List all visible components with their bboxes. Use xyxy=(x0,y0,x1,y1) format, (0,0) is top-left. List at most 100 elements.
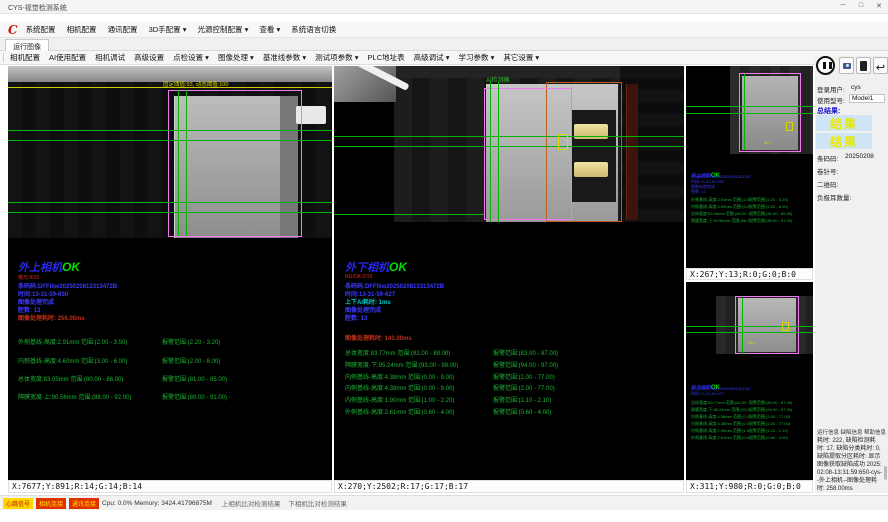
tool-other-settings[interactable]: 其它设置 ▾ xyxy=(503,52,539,63)
left-measure-4: 隔膜宽度-上:90.56mm 范围:(88.00 - 92.00) xyxy=(18,392,131,401)
close-icon[interactable]: ✕ xyxy=(873,2,885,10)
left-alarm-2: 报警范围:(2.00 - 8.00) xyxy=(162,356,220,365)
sbot-mini-alarm-5: 报警范围:(1.10 - 2.10) xyxy=(749,428,807,434)
middle-camera-view[interactable]: AI检测框 外下相机OK NG/OK:0/10 条码码:DFFIiiw20250… xyxy=(334,66,684,480)
small-top-image[interactable]: 83.7 xyxy=(686,66,813,154)
toolbar: 相机配置 AI使用配置 相机调试 高级设置 点检设置 ▾ 图像处理 ▾ 基准线参… xyxy=(0,51,888,65)
left-camera-view[interactable]: 固定阈值:93, 动态阈值:100 外上相机OK 曝光:8/10 条码码:DFF… xyxy=(8,66,332,480)
barcode-value: 20250208 xyxy=(845,153,874,160)
right-control-panel: ↩ 登录用户: cys 使用型号: Model1 总结果: 结果 结果 条码码:… xyxy=(815,56,888,493)
camera-lens-icon xyxy=(846,64,849,67)
mid-dark-red-band xyxy=(626,84,638,220)
pause-icon xyxy=(823,62,832,69)
small-top-camera-view[interactable]: 83.7 外上相机OK 条码码:DFFIiiw2025020813313472B… xyxy=(686,66,813,268)
tab-strip: 运行图像 xyxy=(0,38,888,51)
comm-status-badge: 通讯连接 xyxy=(69,498,99,509)
camera-button[interactable] xyxy=(839,57,854,74)
mid-measure-5: 内侧基线-高度:1.90mm 范围:(1.00 - 2.20) xyxy=(345,395,454,404)
app-window: CYS-视觉检测系统 ─ □ ✕ C 系统配置 相机配置 通讯配置 3D手配置 … xyxy=(0,0,888,522)
mid-alarm-4: 报警范围:(2.00 - 77.00) xyxy=(493,383,555,392)
mid-green-line-2 xyxy=(334,146,684,147)
stop-green-line-1 xyxy=(686,106,813,107)
sbot-mini-meas-2: 隔膜宽度-下:95.24mm 范围:(93.00 - 98.00) xyxy=(691,407,749,413)
menu-comm-config[interactable]: 通讯配置 xyxy=(108,24,138,35)
middle-coordinate-bar: X:270;Y:2502;R:17;G:17;B:17 xyxy=(334,480,684,493)
mid-green-vline-2 xyxy=(498,82,499,222)
tab-run-image[interactable]: 运行图像 xyxy=(5,39,49,51)
menu-language-switch[interactable]: 系统语言切换 xyxy=(291,24,336,35)
tool-camera-debug[interactable]: 相机调试 xyxy=(95,52,125,63)
left-coordinate-bar: X:7677;Y:891;R:14;G:14;B:14 xyxy=(8,480,332,493)
title-bar: CYS-视觉检测系统 ─ □ ✕ xyxy=(0,0,888,14)
result-box-top: 结果 xyxy=(816,115,872,131)
tool-advanced-debug[interactable]: 高级调试 ▾ xyxy=(414,52,450,63)
sbot-mini-alarm-4: 报警范围:(2.00 - 77.00) xyxy=(749,421,807,427)
mid-green-vline-1 xyxy=(490,82,491,222)
mid-measure-4: 内侧基线-高度:4.38mm 范围:(0.00 - 9.00) xyxy=(345,383,454,392)
device-button[interactable] xyxy=(856,57,871,74)
sbot-mini-alarm-6: 报警范围:(0.60 - 4.00) xyxy=(749,435,807,441)
tool-plc-table[interactable]: PLC地址表 xyxy=(368,52,405,63)
left-green-vline-2 xyxy=(186,90,187,236)
stop-green-vline xyxy=(744,74,745,150)
small-bottom-image[interactable]: 95.2 xyxy=(686,282,813,358)
sbot-green-line-2 xyxy=(686,332,813,333)
tool-image-process[interactable]: 图像处理 ▾ xyxy=(218,52,254,63)
menu-system-config[interactable]: 系统配置 xyxy=(26,24,56,35)
model-value-input[interactable]: Model1 xyxy=(849,94,885,103)
login-user-value: cys xyxy=(851,84,861,91)
left-threshold-label: 固定阈值:93, 动态阈值:100 xyxy=(163,80,228,88)
mid-alarm-6: 报警范围:(0.60 - 4.00) xyxy=(493,407,551,416)
stop-mini-alarm-3: 报警范围:(81.00 - 85.00) xyxy=(749,211,807,217)
cpu-memory-text: Cpu: 0.0% Memory: 3424.41796875M xyxy=(102,500,212,507)
tool-ai-config[interactable]: AI使用配置 xyxy=(49,52,86,63)
tab-count-label: 负极耳数量: xyxy=(817,192,851,202)
model-label: 使用型号: xyxy=(817,95,845,105)
tool-learn-params[interactable]: 学习参数 ▾ xyxy=(458,52,494,63)
device-icon xyxy=(860,61,867,71)
mid-measure-6: 外侧基线-高度:2.61mm 范围:(0.60 - 4.00) xyxy=(345,407,454,416)
stop-mini-alarm-4: 报警范围:(89.00 - 91.00) xyxy=(749,218,807,224)
sbot-mini-meas-6: 外侧基线-高度:2.61mm 范围:(0.60 - 4.00) xyxy=(691,435,749,441)
small-top-coordinate-bar: X:267;Y:13;R:0;G:0;B:0 xyxy=(686,268,813,280)
maximize-icon[interactable]: □ xyxy=(855,2,867,10)
left-measure-1: 外侧基线-高度:2.91mm 范围:(2.00 - 3.50) xyxy=(18,337,127,346)
info-tabs[interactable]: 运行信息 缺陷信息 帮助信息 xyxy=(817,428,886,436)
menu-view[interactable]: 查看 ▾ xyxy=(259,24,280,35)
stop-mini-cavity: 腔数: 13 xyxy=(691,189,751,195)
mid-measure-3: 内侧基线-高度:4.38mm 范围:(0.00 - 9.00) xyxy=(345,372,454,381)
tool-spot-check[interactable]: 点检设置 ▾ xyxy=(173,52,209,63)
left-green-line-1 xyxy=(8,130,332,131)
minimize-icon[interactable]: ─ xyxy=(837,2,849,10)
left-green-vline-1 xyxy=(178,90,179,236)
sbot-green-line-1 xyxy=(686,326,813,327)
barcode-label: 条码码: xyxy=(817,153,838,163)
pause-button[interactable] xyxy=(816,56,835,75)
mid-corner-block xyxy=(334,66,396,102)
left-alarm-4: 报警范围:(89.00 - 91.00) xyxy=(162,392,227,401)
menu-light-config[interactable]: 光源控制配置 ▾ xyxy=(198,24,249,35)
sbot-yellow-marker xyxy=(782,322,789,331)
tool-advanced-settings[interactable]: 高级设置 xyxy=(134,52,164,63)
info-scrollbar[interactable] xyxy=(884,466,887,480)
mid-green-line-1 xyxy=(334,136,684,137)
return-button[interactable]: ↩ xyxy=(873,57,888,74)
left-elapsed-text: 图像处理耗时: 256.05ms xyxy=(18,313,85,322)
window-title: CYS-视觉检测系统 xyxy=(8,3,67,13)
status-bar: 心跳信号 相机连接 通讯连接 Cpu: 0.0% Memory: 3424.41… xyxy=(0,495,888,510)
result-box-top-text: 结果 xyxy=(830,117,858,131)
tool-test-params[interactable]: 测试项参数 ▾ xyxy=(315,52,358,63)
result-box-bottom: 结果 xyxy=(816,133,872,149)
stop-green-line-2 xyxy=(686,113,813,114)
menu-camera-config[interactable]: 相机配置 xyxy=(67,24,97,35)
middle-camera-image[interactable]: AI检测框 xyxy=(334,66,684,222)
sbot-mini-time: 时间:13-31-59-627 xyxy=(691,391,751,397)
menu-3d-config[interactable]: 3D手配置 ▾ xyxy=(149,24,187,35)
small-bottom-camera-view[interactable]: 95.2 外下相机OK 条码码:DFFIiiw2025020813313472B… xyxy=(686,282,813,480)
left-ok-status: OK xyxy=(62,260,80,274)
mid-green-line-3 xyxy=(334,214,484,215)
tool-camera-config[interactable]: 相机配置 xyxy=(10,52,40,63)
tool-baseline-params[interactable]: 基准线参数 ▾ xyxy=(263,52,306,63)
qr-code-label: 二维码: xyxy=(817,179,838,189)
left-camera-image[interactable]: 固定阈值:93, 动态阈值:100 xyxy=(8,66,332,238)
